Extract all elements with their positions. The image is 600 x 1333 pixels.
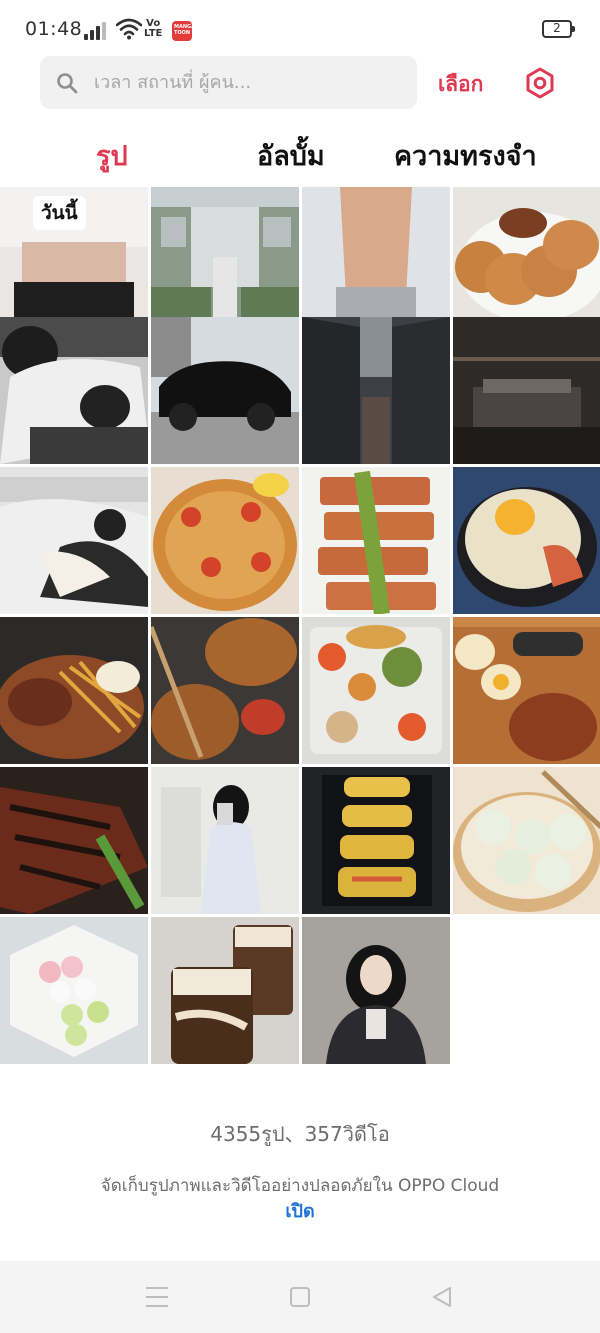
tab-bar: รูป อัลบั้ม ความทรงจำ bbox=[0, 126, 600, 184]
home-icon[interactable] bbox=[290, 1287, 310, 1307]
cloud-backup-message: จัดเก็บรูปภาพและวิดีโออย่างปลอดภัยใน OPP… bbox=[100, 1176, 500, 1196]
wifi-icon bbox=[116, 18, 142, 40]
photo-tile[interactable] bbox=[302, 187, 450, 334]
photo-grid: วันนี้ bbox=[0, 187, 600, 1065]
battery-level: 2 bbox=[553, 21, 561, 35]
media-count: 4355รูป、357วิดีโอ bbox=[210, 1122, 390, 1146]
today-label: วันนี้ bbox=[33, 196, 86, 230]
search-icon bbox=[57, 73, 78, 94]
tab-albums[interactable]: อัลบั้ม bbox=[257, 134, 325, 177]
signal-icon bbox=[84, 20, 110, 40]
photo-tile[interactable] bbox=[0, 617, 148, 764]
photo-tile[interactable] bbox=[302, 317, 450, 464]
photo-tile[interactable] bbox=[302, 467, 450, 614]
battery-icon: 2 bbox=[542, 20, 575, 38]
status-bar: 01:48 Vo LTE MANGA TOON 2 bbox=[0, 0, 600, 60]
photo-tile[interactable] bbox=[302, 617, 450, 764]
volte-indicator: Vo LTE bbox=[144, 18, 163, 39]
photo-tile[interactable] bbox=[0, 917, 148, 1064]
recent-apps-icon[interactable] bbox=[146, 1287, 168, 1307]
photo-tile[interactable] bbox=[151, 767, 299, 914]
app-notification-label: MANGA TOON bbox=[174, 24, 196, 36]
photo-tile[interactable] bbox=[0, 467, 148, 614]
photo-tile[interactable] bbox=[453, 187, 600, 334]
search-bar[interactable] bbox=[40, 56, 417, 109]
back-icon[interactable] bbox=[430, 1285, 454, 1309]
settings-icon[interactable] bbox=[524, 67, 556, 99]
tab-photos[interactable]: รูป bbox=[96, 134, 128, 177]
photo-tile[interactable] bbox=[453, 467, 600, 614]
navigation-bar bbox=[0, 1261, 600, 1333]
photo-tile[interactable]: วันนี้ bbox=[0, 187, 148, 334]
photo-tile[interactable] bbox=[453, 767, 600, 914]
photo-tile[interactable] bbox=[151, 467, 299, 614]
photo-tile[interactable] bbox=[453, 317, 600, 464]
enable-cloud-link[interactable]: เปิด bbox=[0, 1196, 600, 1225]
search-input[interactable] bbox=[94, 56, 404, 109]
photo-tile[interactable] bbox=[0, 767, 148, 914]
photo-tile[interactable] bbox=[151, 617, 299, 764]
photo-tile[interactable] bbox=[302, 767, 450, 914]
photo-tile[interactable] bbox=[453, 617, 600, 764]
photo-tile[interactable] bbox=[151, 187, 299, 334]
photo-tile[interactable] bbox=[0, 317, 148, 464]
select-button[interactable]: เลือก bbox=[438, 68, 483, 101]
tab-memories[interactable]: ความทรงจำ bbox=[394, 134, 537, 177]
status-time: 01:48 bbox=[25, 18, 83, 40]
photo-tile[interactable] bbox=[151, 917, 299, 1064]
app-notification-icon: MANGA TOON bbox=[172, 21, 196, 41]
photo-tile[interactable] bbox=[302, 917, 450, 1064]
photo-tile[interactable] bbox=[151, 317, 299, 464]
